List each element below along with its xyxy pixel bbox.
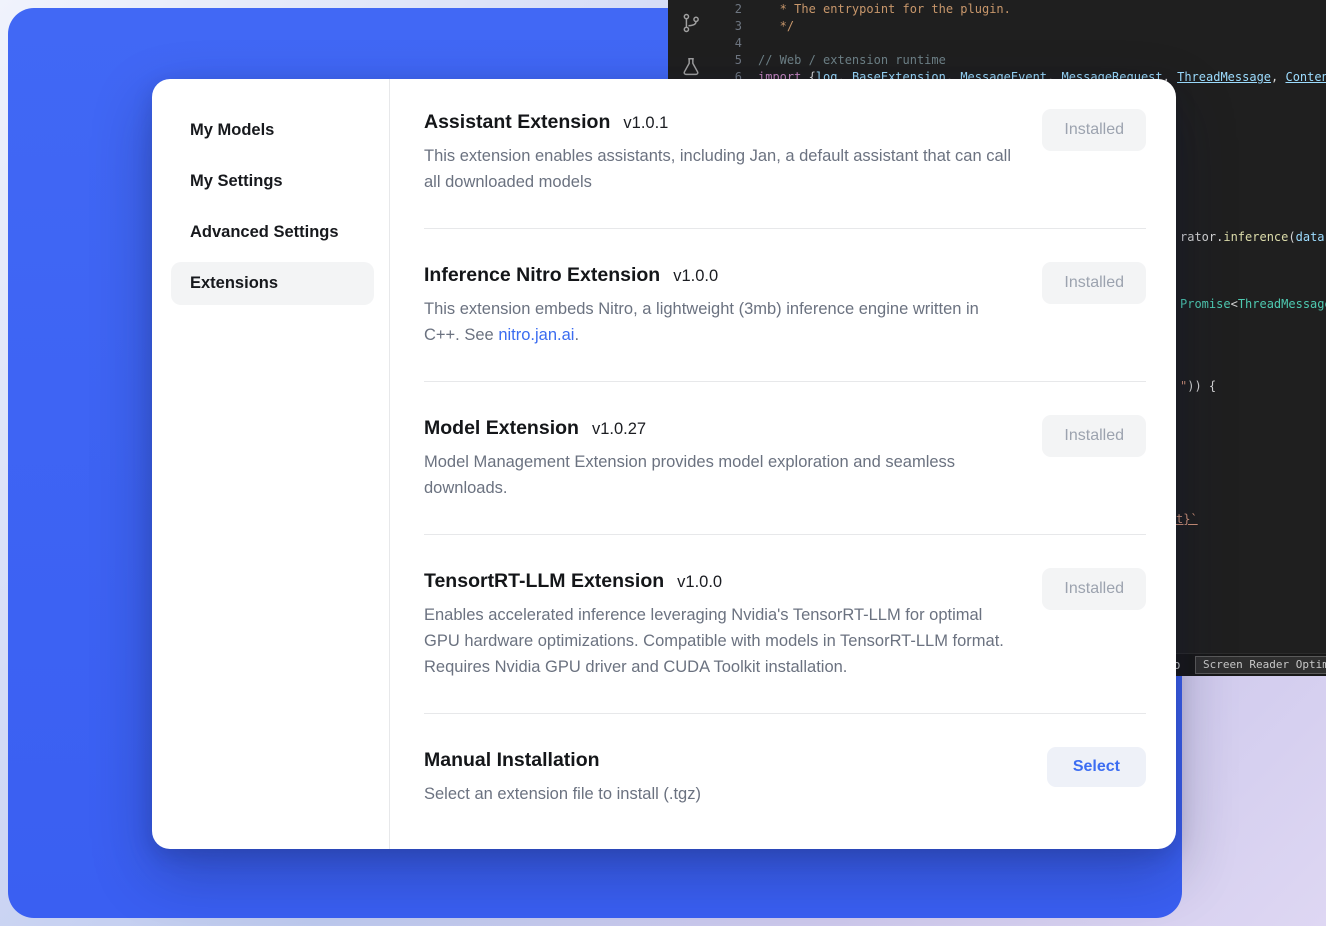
extension-description: This extension enables assistants, inclu…	[424, 143, 1014, 195]
line-number: 3	[714, 18, 742, 35]
code-line: 5 // Web / extension runtime	[714, 52, 1326, 69]
code-line: 2 * The entrypoint for the plugin.	[714, 1, 1326, 18]
extension-row-assistant: Assistant Extension v1.0.1 This extensio…	[424, 109, 1146, 229]
extension-title: Inference Nitro Extension	[424, 262, 660, 288]
beaker-icon[interactable]	[680, 56, 702, 78]
installed-button[interactable]: Installed	[1042, 262, 1146, 304]
extensions-panel: Assistant Extension v1.0.1 This extensio…	[390, 79, 1176, 849]
code-area: 2 * The entrypoint for the plugin. 3 */ …	[714, 1, 1326, 86]
code-text: * The entrypoint for the plugin.	[758, 1, 1011, 18]
code-text: */	[758, 18, 794, 35]
code-fragment: ")) {	[1180, 379, 1216, 394]
installed-button[interactable]: Installed	[1042, 415, 1146, 457]
select-file-button[interactable]: Select	[1047, 747, 1146, 787]
sidebar-item-my-models[interactable]: My Models	[171, 109, 374, 152]
line-number: 2	[714, 1, 742, 18]
code-fragment: t}`	[1176, 512, 1198, 527]
screen-reader-badge[interactable]: Screen Reader Optimized	[1195, 656, 1326, 674]
extension-row-tensorrt-llm: TensortRT-LLM Extension v1.0.0 Enables a…	[424, 535, 1146, 714]
code-text: // Web / extension runtime	[758, 52, 946, 69]
code-fragment: Promise<ThreadMessage>	[1180, 297, 1326, 312]
extension-description: Model Management Extension provides mode…	[424, 449, 1014, 501]
sidebar-item-my-settings[interactable]: My Settings	[171, 160, 374, 203]
editor-activity-bar	[668, 0, 714, 78]
extension-version: v1.0.27	[592, 420, 646, 439]
extension-version: v1.0.1	[623, 114, 668, 133]
settings-sidebar: My Models My Settings Advanced Settings …	[152, 79, 390, 849]
manual-installation-row: Manual Installation Select an extension …	[424, 714, 1146, 840]
line-number: 5	[714, 52, 742, 69]
extension-description: Enables accelerated inference leveraging…	[424, 602, 1014, 680]
code-line: 3 */	[714, 18, 1326, 35]
installed-button[interactable]: Installed	[1042, 109, 1146, 151]
line-number: 4	[714, 35, 742, 52]
nitro-jan-ai-link[interactable]: nitro.jan.ai	[498, 326, 574, 344]
extension-row-inference-nitro: Inference Nitro Extension v1.0.0 This ex…	[424, 229, 1146, 382]
sidebar-item-advanced-settings[interactable]: Advanced Settings	[171, 211, 374, 254]
manual-installation-description: Select an extension file to install (.tg…	[424, 781, 701, 807]
manual-installation-title: Manual Installation	[424, 747, 600, 773]
code-line: 4	[714, 35, 1326, 52]
settings-modal: My Models My Settings Advanced Settings …	[152, 79, 1176, 849]
extension-version: v1.0.0	[677, 573, 722, 592]
git-branch-icon[interactable]	[680, 12, 702, 34]
extension-description: This extension embeds Nitro, a lightweig…	[424, 296, 1014, 348]
installed-button[interactable]: Installed	[1042, 568, 1146, 610]
extension-title: TensortRT-LLM Extension	[424, 568, 664, 594]
extension-title: Model Extension	[424, 415, 579, 441]
extension-version: v1.0.0	[673, 267, 718, 286]
code-fragment: rator.inference(data));	[1180, 230, 1326, 245]
extension-title: Assistant Extension	[424, 109, 610, 135]
description-text: .	[574, 326, 579, 344]
extension-row-model: Model Extension v1.0.27 Model Management…	[424, 382, 1146, 535]
sidebar-item-extensions[interactable]: Extensions	[171, 262, 374, 305]
